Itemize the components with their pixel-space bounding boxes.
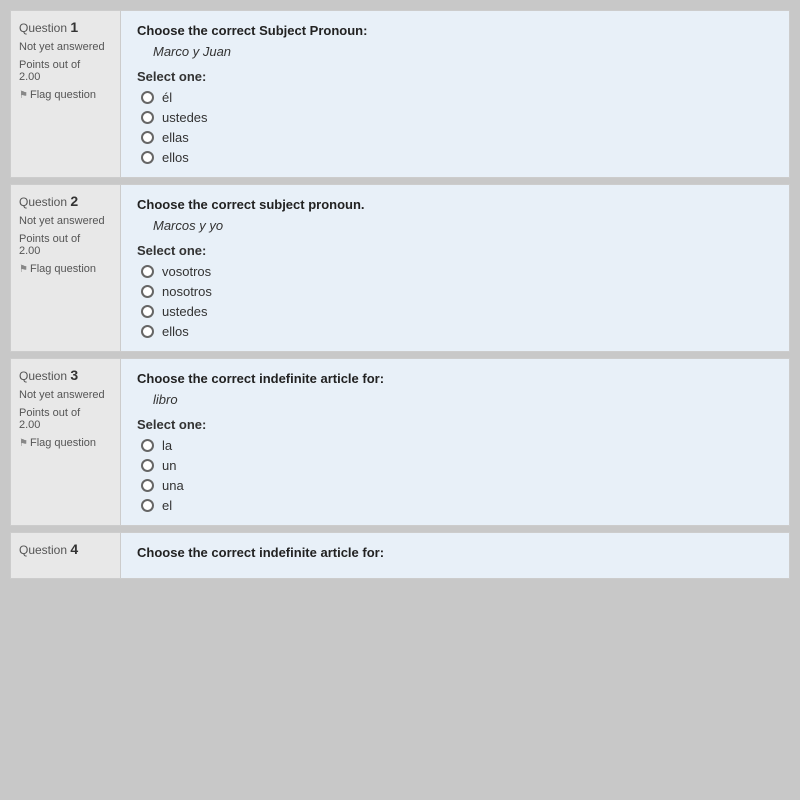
option-label-1-4: ellos — [162, 150, 189, 165]
question-sidebar-1: Question 1 Not yet answered Points out o… — [11, 11, 121, 177]
radio-3-2[interactable] — [141, 459, 154, 472]
flag-question-1[interactable]: ⚑ Flag question — [19, 89, 112, 101]
question-title-2: Choose the correct subject pronoun. — [137, 197, 773, 212]
question-number-3: Question 3 — [19, 367, 112, 383]
radio-2-4[interactable] — [141, 325, 154, 338]
option-label-1-2: ustedes — [162, 110, 208, 125]
option-1-4[interactable]: ellos — [141, 150, 773, 165]
question-block-2: Question 2 Not yet answered Points out o… — [10, 184, 790, 352]
option-label-3-3: una — [162, 478, 184, 493]
points-label-2: Points out of 2.00 — [19, 233, 112, 257]
options-list-2: vosotros nosotros ustedes ellos — [141, 264, 773, 339]
question-num-3: 3 — [70, 367, 78, 383]
flag-question-2[interactable]: ⚑ Flag question — [19, 263, 112, 275]
question-block-1: Question 1 Not yet answered Points out o… — [10, 10, 790, 178]
question-block-3: Question 3 Not yet answered Points out o… — [10, 358, 790, 526]
option-1-1[interactable]: él — [141, 90, 773, 105]
question-block-4: Question 4 Choose the correct indefinite… — [10, 532, 790, 579]
question-content-3: Choose the correct indefinite article fo… — [121, 359, 789, 525]
option-label-2-2: nosotros — [162, 284, 212, 299]
options-list-1: él ustedes ellas ellos — [141, 90, 773, 165]
question-content-4: Choose the correct indefinite article fo… — [121, 533, 789, 578]
page-wrapper: Question 1 Not yet answered Points out o… — [0, 0, 800, 800]
question-number-4: Question 4 — [19, 541, 112, 557]
select-one-label-2: Select one: — [137, 243, 773, 258]
status-not-answered-1: Not yet answered — [19, 41, 112, 53]
option-label-1-3: ellas — [162, 130, 189, 145]
question-number-1: Question 1 — [19, 19, 112, 35]
flag-label-3: Flag question — [30, 437, 96, 449]
radio-3-4[interactable] — [141, 499, 154, 512]
option-label-1-1: él — [162, 90, 172, 105]
question-prefix: Question — [19, 21, 67, 35]
question-sidebar-3: Question 3 Not yet answered Points out o… — [11, 359, 121, 525]
option-3-4[interactable]: el — [141, 498, 773, 513]
flag-icon-2: ⚑ — [19, 264, 28, 275]
radio-3-3[interactable] — [141, 479, 154, 492]
radio-1-4[interactable] — [141, 151, 154, 164]
radio-2-1[interactable] — [141, 265, 154, 278]
question-title-3: Choose the correct indefinite article fo… — [137, 371, 773, 386]
radio-1-2[interactable] — [141, 111, 154, 124]
option-label-3-4: el — [162, 498, 172, 513]
question-content-1: Choose the correct Subject Pronoun: Marc… — [121, 11, 789, 177]
question-subject-2: Marcos y yo — [153, 218, 773, 233]
flag-icon-1: ⚑ — [19, 90, 28, 101]
option-1-2[interactable]: ustedes — [141, 110, 773, 125]
question-prefix-3: Question — [19, 369, 67, 383]
option-label-2-3: ustedes — [162, 304, 208, 319]
flag-label-1: Flag question — [30, 89, 96, 101]
flag-question-3[interactable]: ⚑ Flag question — [19, 437, 112, 449]
question-num-1: 1 — [70, 19, 78, 35]
option-2-3[interactable]: ustedes — [141, 304, 773, 319]
points-label-3: Points out of 2.00 — [19, 407, 112, 431]
radio-2-3[interactable] — [141, 305, 154, 318]
option-2-1[interactable]: vosotros — [141, 264, 773, 279]
status-not-answered-3: Not yet answered — [19, 389, 112, 401]
option-1-3[interactable]: ellas — [141, 130, 773, 145]
options-list-3: la un una el — [141, 438, 773, 513]
radio-3-1[interactable] — [141, 439, 154, 452]
question-title-4: Choose the correct indefinite article fo… — [137, 545, 773, 560]
question-prefix-2: Question — [19, 195, 67, 209]
question-title-1: Choose the correct Subject Pronoun: — [137, 23, 773, 38]
option-3-2[interactable]: un — [141, 458, 773, 473]
option-2-4[interactable]: ellos — [141, 324, 773, 339]
question-num-2: 2 — [70, 193, 78, 209]
option-label-3-1: la — [162, 438, 172, 453]
question-number-2: Question 2 — [19, 193, 112, 209]
radio-2-2[interactable] — [141, 285, 154, 298]
radio-1-3[interactable] — [141, 131, 154, 144]
option-label-3-2: un — [162, 458, 176, 473]
question-subject-3: libro — [153, 392, 773, 407]
select-one-label-3: Select one: — [137, 417, 773, 432]
option-2-2[interactable]: nosotros — [141, 284, 773, 299]
option-label-2-4: ellos — [162, 324, 189, 339]
select-one-label-1: Select one: — [137, 69, 773, 84]
question-prefix-4: Question — [19, 543, 67, 557]
flag-icon-3: ⚑ — [19, 438, 28, 449]
status-not-answered-2: Not yet answered — [19, 215, 112, 227]
option-label-2-1: vosotros — [162, 264, 211, 279]
question-subject-1: Marco y Juan — [153, 44, 773, 59]
option-3-1[interactable]: la — [141, 438, 773, 453]
question-sidebar-2: Question 2 Not yet answered Points out o… — [11, 185, 121, 351]
points-label-1: Points out of 2.00 — [19, 59, 112, 83]
flag-label-2: Flag question — [30, 263, 96, 275]
question-num-4: 4 — [70, 541, 78, 557]
radio-1-1[interactable] — [141, 91, 154, 104]
question-sidebar-4: Question 4 — [11, 533, 121, 578]
question-content-2: Choose the correct subject pronoun. Marc… — [121, 185, 789, 351]
option-3-3[interactable]: una — [141, 478, 773, 493]
